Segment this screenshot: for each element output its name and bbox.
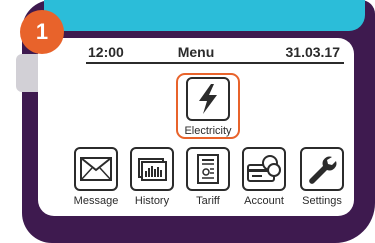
lightning-bolt-icon: [199, 84, 217, 114]
settings-label: Settings: [302, 195, 342, 207]
side-tab: [16, 54, 38, 92]
header-divider: [86, 62, 344, 64]
history-button[interactable]: [130, 147, 174, 191]
date-display: 31.03.17: [285, 44, 341, 60]
status-row: 12:00 Menu 31.03.17: [38, 44, 354, 64]
card-coins-icon: [247, 155, 281, 182]
wrench-icon: [309, 156, 337, 184]
envelope-icon: [80, 157, 112, 181]
settings-button[interactable]: [300, 147, 344, 191]
bar-chart-icon: [138, 158, 167, 181]
tariff-document-icon: [197, 154, 219, 184]
electricity-label: Electricity: [184, 125, 232, 137]
account-button[interactable]: [242, 147, 286, 191]
electricity-button[interactable]: [186, 77, 230, 121]
step-badge: 1: [20, 10, 64, 54]
tariff-button[interactable]: [186, 147, 230, 191]
top-bar: [44, 0, 365, 31]
message-button[interactable]: [74, 147, 118, 191]
